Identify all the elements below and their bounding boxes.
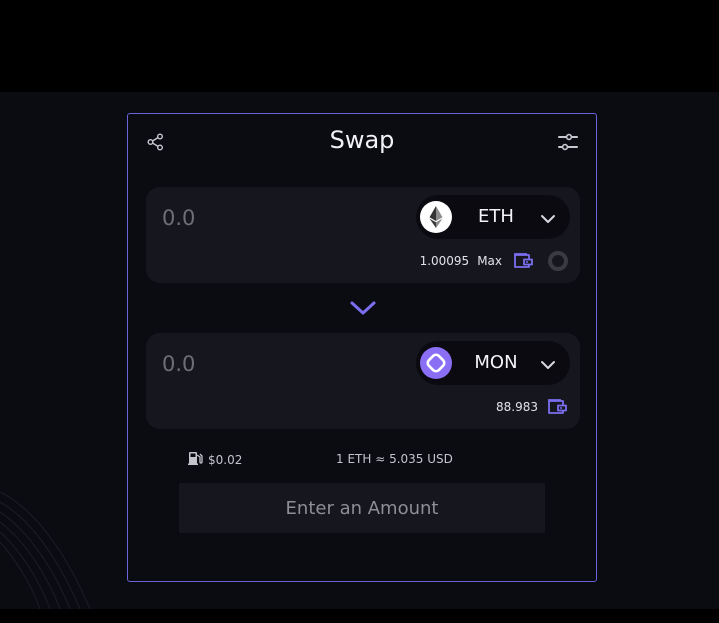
from-token-select[interactable]: ETH <box>416 195 570 239</box>
from-balance-row: 1.00095 Max <box>420 249 568 273</box>
to-token-panel: MON 88.983 <box>146 333 580 429</box>
swap-card: Swap 0.0 ETH 1.00095 Max 0.0 MON 88.983 … <box>127 113 597 582</box>
from-token-symbol: ETH <box>478 206 514 227</box>
ethereum-logo-icon <box>420 201 452 233</box>
swap-header: Swap <box>128 114 596 172</box>
to-balance-row: 88.983 <box>496 395 568 419</box>
swap-info-row: $0.02 1 ETH ≈ 5.035 USD <box>128 450 596 470</box>
gas-fee: $0.02 <box>187 450 242 470</box>
loading-spinner-icon <box>548 251 568 271</box>
from-token-panel: ETH 1.00095 Max <box>146 187 580 283</box>
wallet-icon <box>546 397 568 417</box>
sliders-icon[interactable] <box>556 132 580 152</box>
from-amount-input[interactable] <box>162 203 362 233</box>
page-title: Swap <box>329 126 395 154</box>
enter-amount-button[interactable]: Enter an Amount <box>179 483 545 533</box>
wallet-icon <box>512 251 534 271</box>
chevron-down-icon <box>540 210 556 223</box>
to-token-select[interactable]: MON <box>416 341 570 385</box>
exchange-rate: 1 ETH ≈ 5.035 USD <box>336 452 453 466</box>
swap-arrow-down-icon[interactable] <box>349 299 377 317</box>
monad-logo-icon <box>420 347 452 379</box>
gas-fee-value: $0.02 <box>208 453 243 467</box>
gas-pump-icon <box>187 450 204 470</box>
to-balance: 88.983 <box>496 400 538 414</box>
to-amount-input[interactable] <box>162 349 362 379</box>
from-balance: 1.00095 <box>419 254 470 268</box>
chevron-down-icon <box>540 356 556 369</box>
to-token-symbol: MON <box>474 352 518 373</box>
max-button[interactable]: Max <box>477 254 502 268</box>
